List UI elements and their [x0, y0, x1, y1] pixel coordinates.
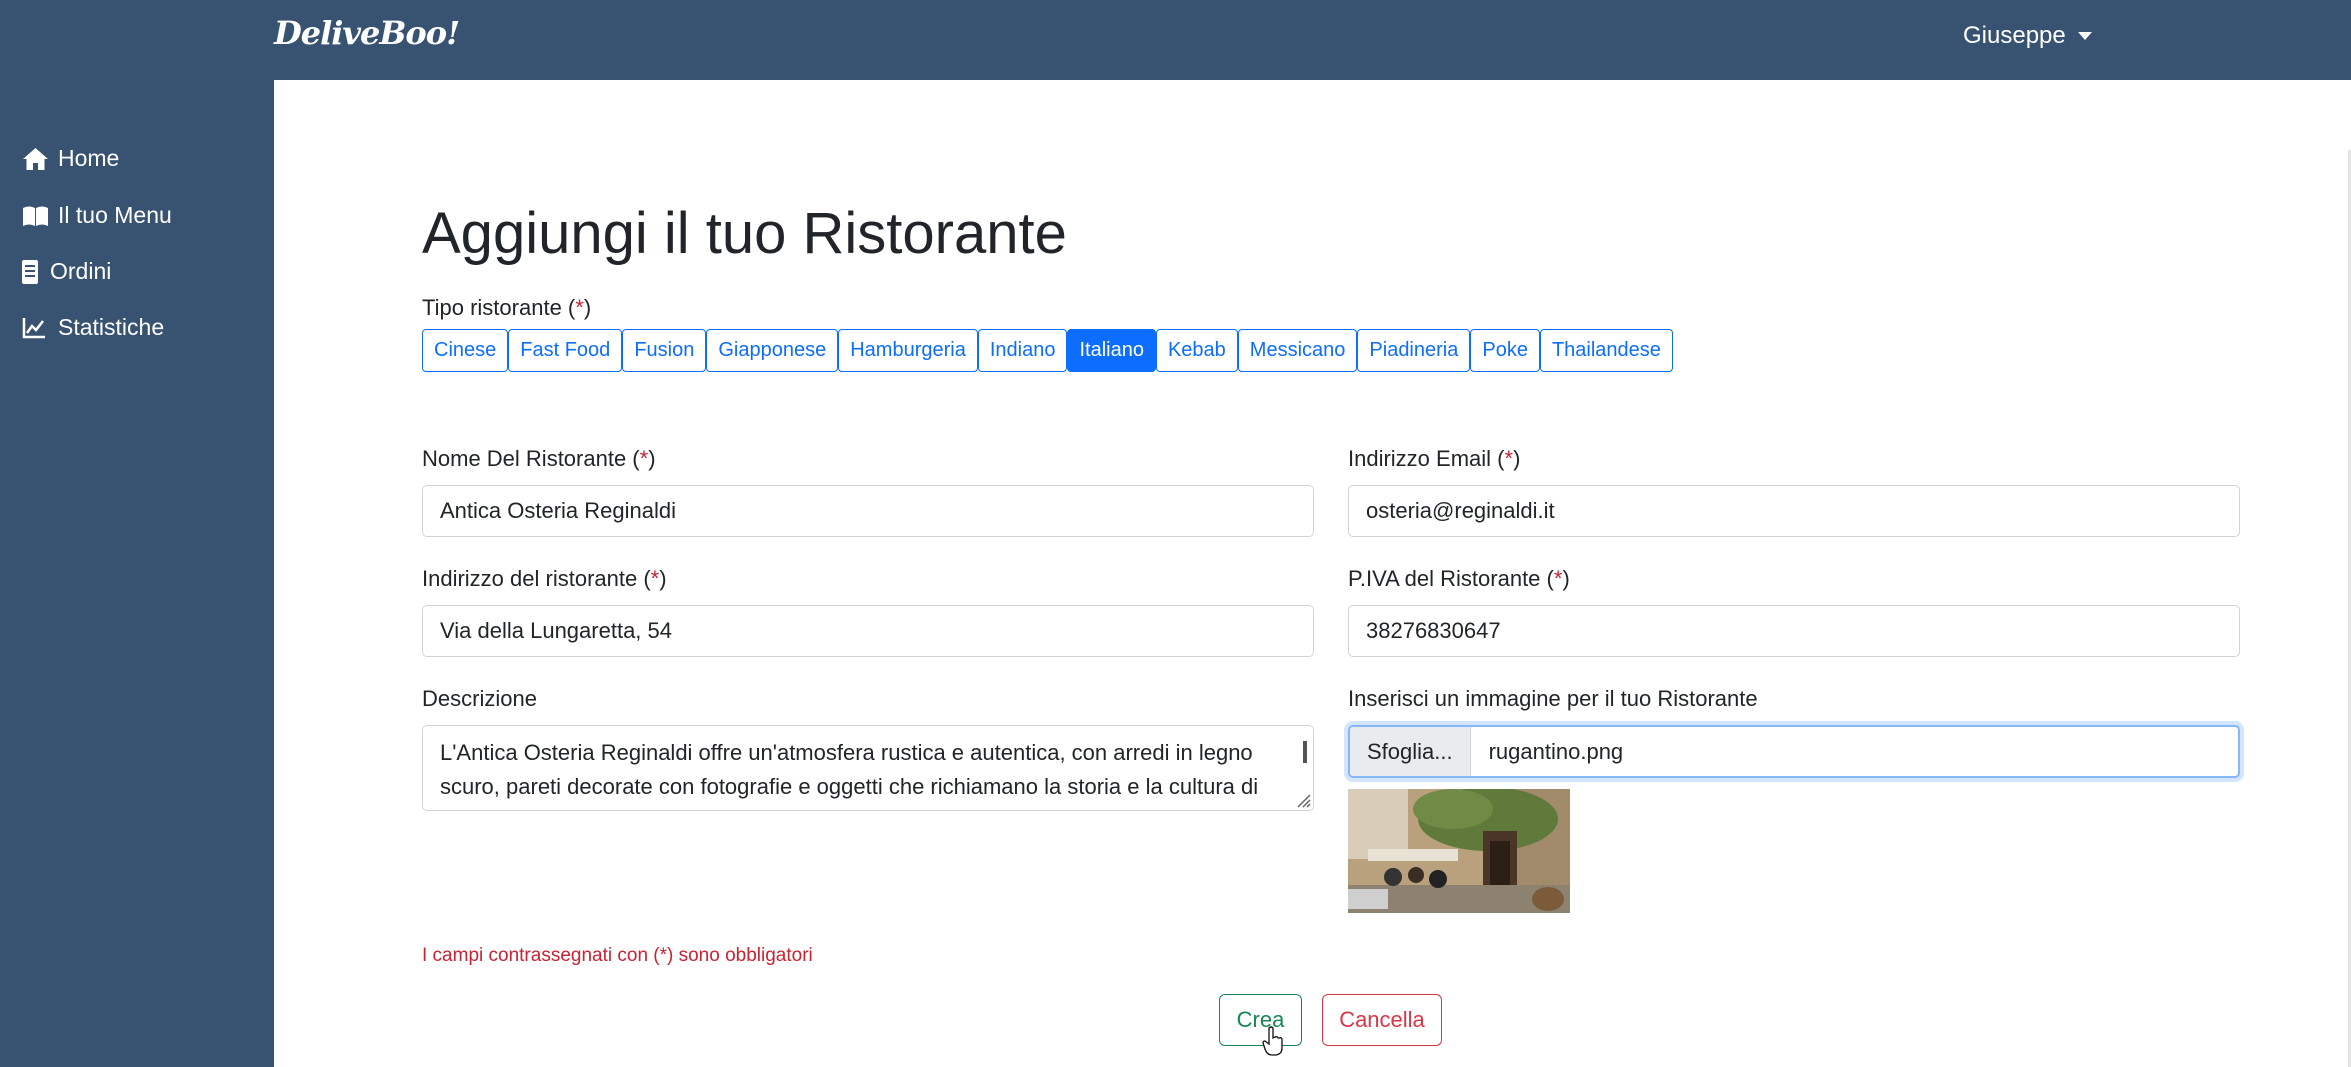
resize-handle-icon[interactable] [1293, 790, 1311, 808]
type-chip-kebab[interactable]: Kebab [1155, 329, 1238, 372]
required-mark: * [650, 566, 660, 591]
sidebar-item-label: Il tuo Menu [58, 202, 172, 228]
type-label-text: Tipo ristorante [422, 295, 562, 320]
email-label: Indirizzo Email (*) [1348, 446, 1521, 471]
image-preview [1348, 789, 1570, 913]
caret-down-icon [2077, 32, 2092, 40]
page-title: Aggiungi il tuo Ristorante [422, 201, 1067, 266]
sidebar-item-label: Ordini [50, 258, 112, 284]
required-mark: * [575, 295, 584, 320]
brand-logo[interactable]: DeliveBoo! [274, 14, 460, 52]
type-chip-italiano[interactable]: Italiano [1067, 329, 1156, 372]
type-chip-hamburgeria[interactable]: Hamburgeria [838, 329, 978, 372]
browse-button[interactable]: Sfoglia... [1350, 727, 1471, 776]
type-chip-thailandese[interactable]: Thailandese [1539, 329, 1673, 372]
vat-input[interactable]: 38276830647 [1348, 605, 2240, 657]
book-icon [22, 203, 50, 229]
sidebar: Home Il tuo Menu Ordini Statistiche [0, 80, 274, 1067]
type-chip-piadineria[interactable]: Piadineria [1357, 329, 1471, 372]
chart-line-icon [22, 315, 50, 341]
sidebar-item-statistics[interactable]: Statistiche [22, 314, 164, 341]
required-mark: * [1553, 566, 1563, 591]
type-chip-poke[interactable]: Poke [1470, 329, 1540, 372]
sidebar-item-menu[interactable]: Il tuo Menu [22, 202, 172, 229]
user-name: Giuseppe [1963, 22, 2066, 49]
create-button[interactable]: Crea [1219, 994, 1302, 1046]
file-name: rugantino.png [1488, 738, 1624, 764]
type-chip-giapponese[interactable]: Giapponese [706, 329, 839, 372]
sidebar-item-label: Statistiche [58, 314, 165, 340]
user-dropdown[interactable]: Giuseppe [1963, 22, 2092, 50]
type-chip-messicano[interactable]: Messicano [1237, 329, 1358, 372]
sidebar-item-label: Home [58, 145, 120, 171]
type-chip-cinese[interactable]: Cinese [422, 329, 509, 372]
receipt-icon [22, 259, 42, 285]
required-mark: * [639, 446, 649, 471]
description-textarea[interactable]: L'Antica Osteria Reginaldi offre un'atmo… [422, 725, 1314, 811]
vat-label-text: P.IVA del Ristorante [1348, 566, 1541, 591]
type-chip-fast-food[interactable]: Fast Food [508, 329, 623, 372]
address-label: Indirizzo del ristorante (*) [422, 566, 667, 591]
type-chip-fusion[interactable]: Fusion [622, 329, 707, 372]
restaurant-type-group: Cinese Fast Food Fusion Giapponese Hamburger… [422, 329, 1673, 372]
address-label-text: Indirizzo del ristorante [422, 566, 638, 591]
email-input[interactable]: osteria@reginaldi.it [1348, 485, 2240, 537]
name-label-text: Nome Del Ristorante [422, 446, 627, 471]
top-navbar: DeliveBoo! Giuseppe [0, 0, 2351, 80]
sidebar-item-home[interactable]: Home [22, 145, 119, 172]
name-label: Nome Del Ristorante (*) [422, 446, 656, 471]
home-icon [22, 146, 50, 172]
type-label: Tipo ristorante (*) [422, 295, 592, 320]
image-file-input[interactable]: Sfoglia... rugantino.png [1348, 725, 2240, 778]
required-mark: * [1504, 446, 1514, 471]
vat-label: P.IVA del Ristorante (*) [1348, 566, 1570, 591]
address-input[interactable]: Via della Lungaretta, 54 [422, 605, 1314, 657]
textarea-scrollbar[interactable] [1303, 741, 1307, 763]
cancel-button[interactable]: Cancella [1322, 994, 1442, 1046]
required-fields-note: I campi contrassegnati con (*) sono obbl… [422, 945, 813, 966]
hand-cursor-icon [1262, 1026, 1283, 1056]
description-text: L'Antica Osteria Reginaldi offre un'atmo… [440, 740, 1259, 799]
type-chip-indiano[interactable]: Indiano [977, 329, 1068, 372]
email-label-text: Indirizzo Email [1348, 446, 1492, 471]
image-label: Inserisci un immagine per il tuo Ristora… [1348, 686, 1758, 711]
restaurant-name-input[interactable]: Antica Osteria Reginaldi [422, 485, 1314, 537]
sidebar-item-orders[interactable]: Ordini [22, 258, 111, 285]
description-label: Descrizione [422, 686, 537, 711]
